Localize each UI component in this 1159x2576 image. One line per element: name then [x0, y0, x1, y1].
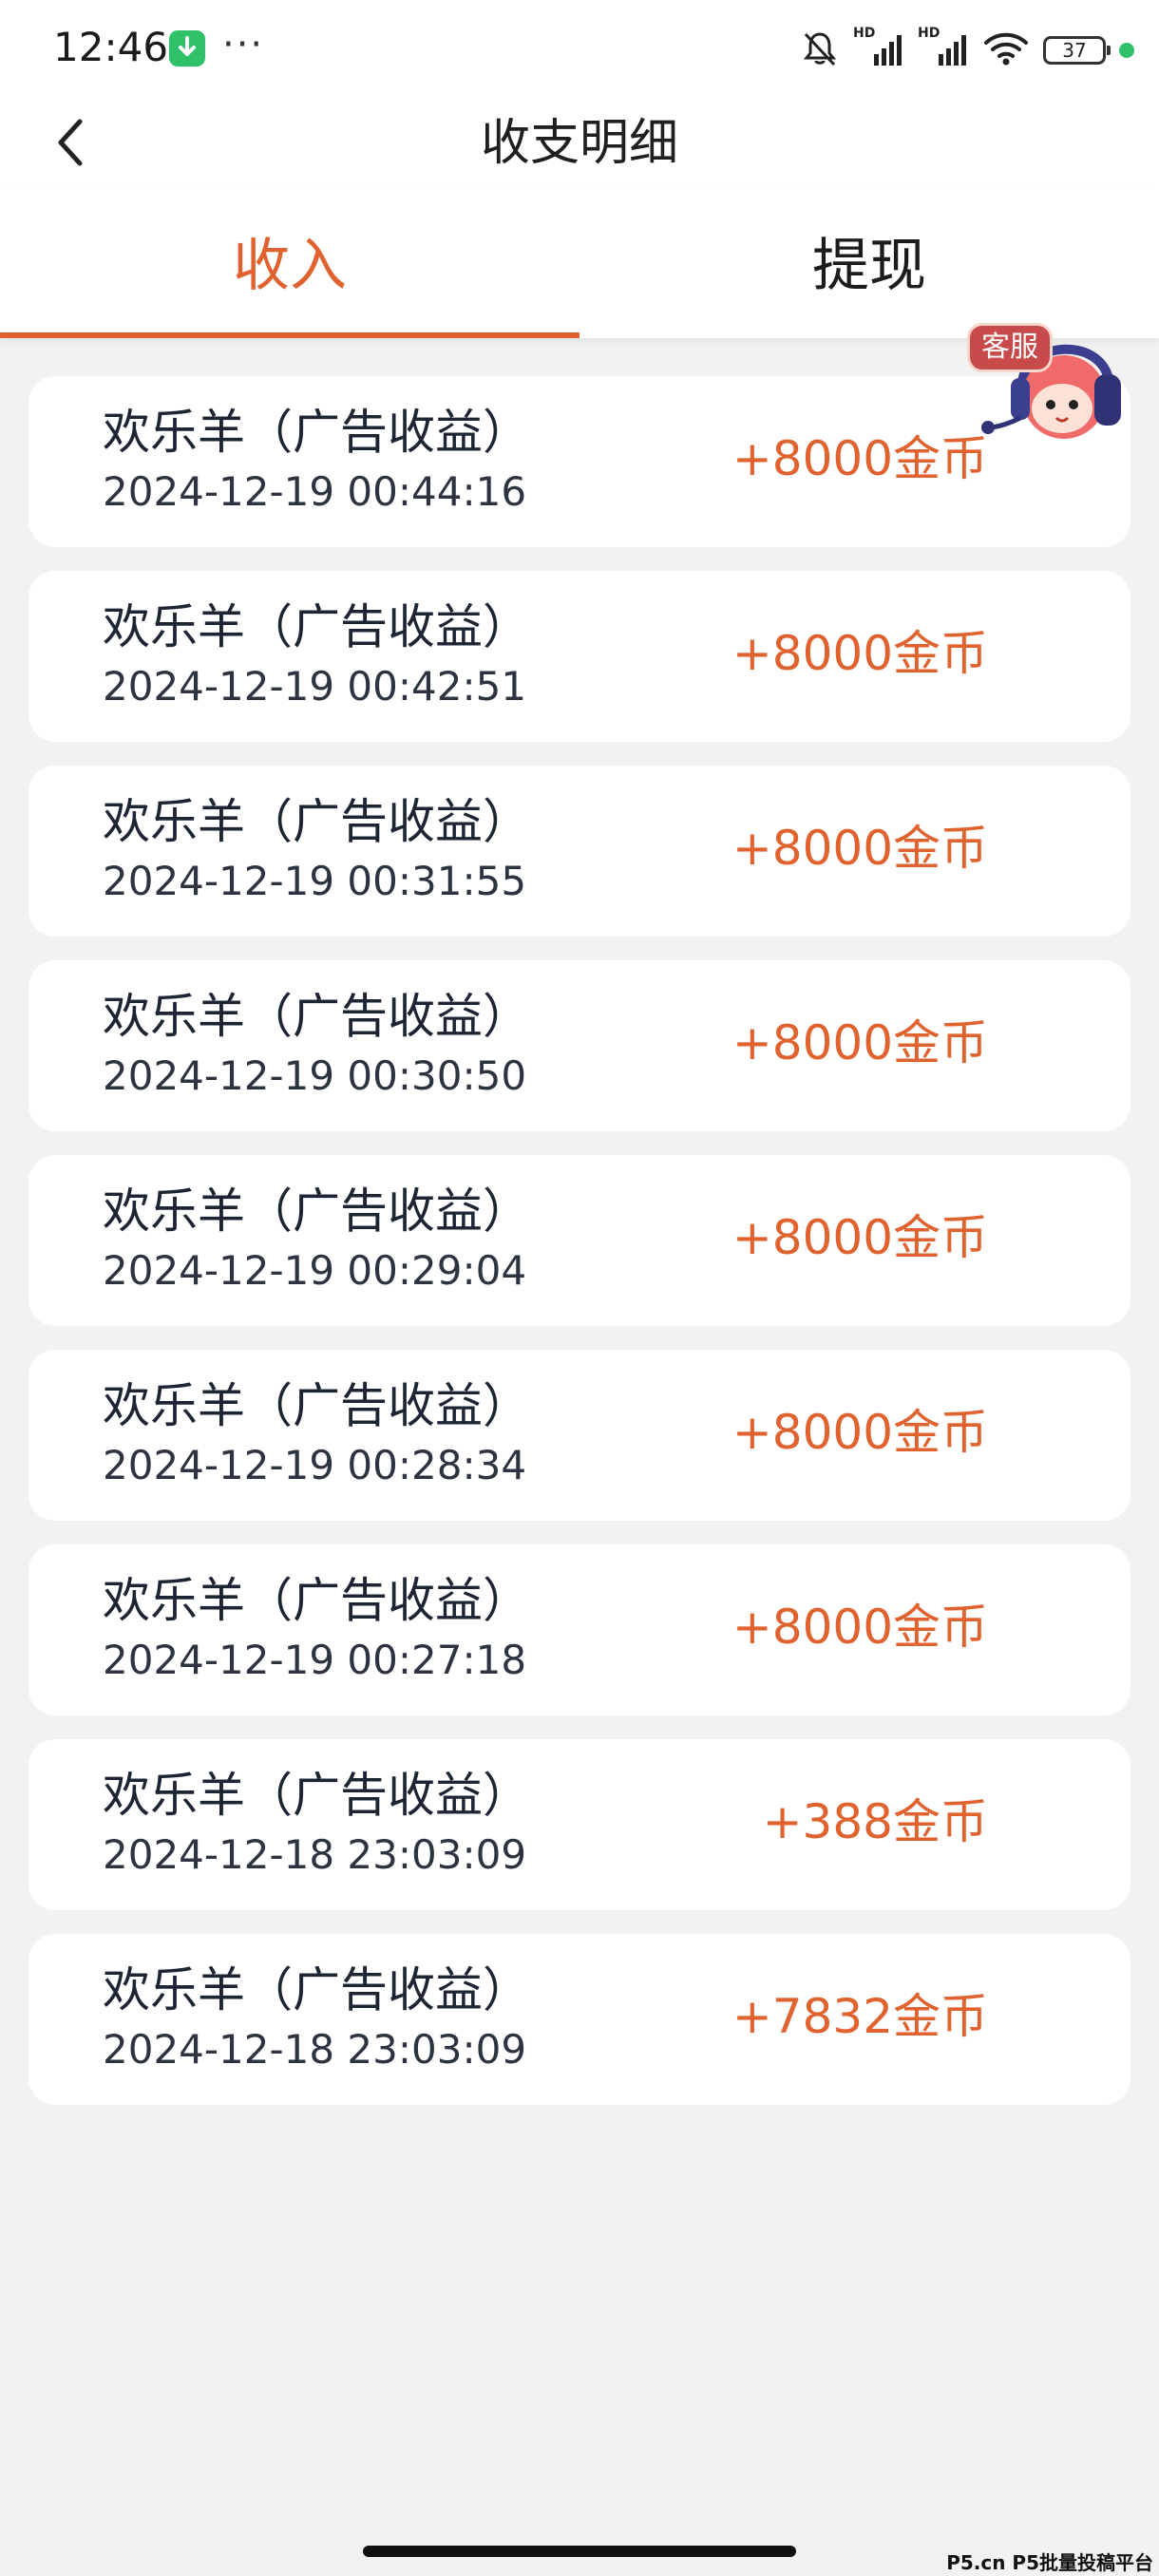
- status-icons: HD HD 37: [787, 26, 1134, 74]
- hd-signal-icon: HD: [918, 26, 969, 69]
- list-item: 欢乐羊（广告收益） 2024-12-19 00:28:34 +8000金币: [28, 1350, 1130, 1521]
- list-item: 欢乐羊（广告收益） 2024-12-19 00:31:55 +8000金币: [28, 766, 1130, 937]
- download-notification-icon: [169, 30, 205, 66]
- record-time: 2024-12-19 00:42:51: [103, 663, 527, 710]
- watermark: P5.cn P5批量投稿平台: [946, 2551, 1153, 2574]
- home-indicator[interactable]: [363, 2546, 796, 2557]
- list-item: 欢乐羊（广告收益） 2024-12-19 00:27:18 +8000金币: [28, 1544, 1130, 1715]
- record-amount: +388金币: [762, 1794, 988, 1849]
- record-amount: +8000金币: [732, 431, 988, 486]
- tab-bar: 收入 提现: [0, 190, 1159, 338]
- record-title: 欢乐羊（广告收益）: [103, 1184, 530, 1239]
- record-amount: +8000金币: [732, 1600, 988, 1655]
- privacy-indicator-dot: [1119, 43, 1134, 58]
- record-title: 欢乐羊（广告收益）: [103, 1768, 530, 1823]
- record-time: 2024-12-18 23:03:09: [103, 1831, 527, 1878]
- status-bar: 12:46 ··· HD HD 37: [0, 0, 1159, 95]
- battery-icon: 37: [1043, 36, 1111, 65]
- record-amount: +8000金币: [732, 1405, 988, 1460]
- record-list: 欢乐羊（广告收益） 2024-12-19 00:44:16 +8000金币 欢乐…: [28, 376, 1130, 2129]
- record-title: 欢乐羊（广告收益）: [103, 405, 530, 460]
- record-time: 2024-12-19 00:27:18: [103, 1637, 527, 1683]
- wifi-icon: [982, 29, 1030, 71]
- record-time: 2024-12-19 00:30:50: [103, 1052, 527, 1099]
- record-title: 欢乐羊（广告收益）: [103, 599, 530, 654]
- mute-bell-icon: [800, 28, 840, 72]
- list-item: 欢乐羊（广告收益） 2024-12-18 23:03:09 +7832金币: [28, 1934, 1130, 2105]
- tab-income[interactable]: 收入: [0, 190, 580, 338]
- record-amount: +8000金币: [732, 1015, 988, 1070]
- nav-bar: 收支明细: [0, 95, 1159, 190]
- record-time: 2024-12-19 00:29:04: [103, 1247, 527, 1294]
- record-time: 2024-12-19 00:31:55: [103, 858, 527, 904]
- record-amount: +8000金币: [732, 626, 988, 681]
- record-amount: +8000金币: [732, 821, 988, 876]
- record-amount: +7832金币: [732, 1989, 988, 2044]
- record-time: 2024-12-18 23:03:09: [103, 2026, 527, 2073]
- more-notifications-icon: ···: [222, 23, 265, 66]
- tab-withdraw[interactable]: 提现: [580, 190, 1159, 338]
- status-time: 12:46: [53, 24, 169, 70]
- hd-signal-icon: HD: [853, 26, 904, 69]
- customer-service-label: 客服: [967, 323, 1053, 372]
- record-title: 欢乐羊（广告收益）: [103, 1573, 530, 1628]
- list-item: 欢乐羊（广告收益） 2024-12-19 00:42:51 +8000金币: [28, 571, 1130, 742]
- record-title: 欢乐羊（广告收益）: [103, 1962, 530, 2017]
- list-item: 欢乐羊（广告收益） 2024-12-18 23:03:09 +388金币: [28, 1739, 1130, 1910]
- page-title: 收支明细: [480, 115, 678, 172]
- record-title: 欢乐羊（广告收益）: [103, 1378, 530, 1433]
- list-item: 欢乐羊（广告收益） 2024-12-19 00:29:04 +8000金币: [28, 1155, 1130, 1326]
- active-tab-indicator: [0, 332, 580, 338]
- record-amount: +8000金币: [732, 1210, 988, 1265]
- record-title: 欢乐羊（广告收益）: [103, 794, 530, 849]
- record-title: 欢乐羊（广告收益）: [103, 989, 530, 1044]
- record-time: 2024-12-19 00:44:16: [103, 468, 527, 515]
- record-time: 2024-12-19 00:28:34: [103, 1442, 527, 1488]
- customer-service-button[interactable]: 客服: [963, 319, 1130, 462]
- list-item: 欢乐羊（广告收益） 2024-12-19 00:30:50 +8000金币: [28, 960, 1130, 1131]
